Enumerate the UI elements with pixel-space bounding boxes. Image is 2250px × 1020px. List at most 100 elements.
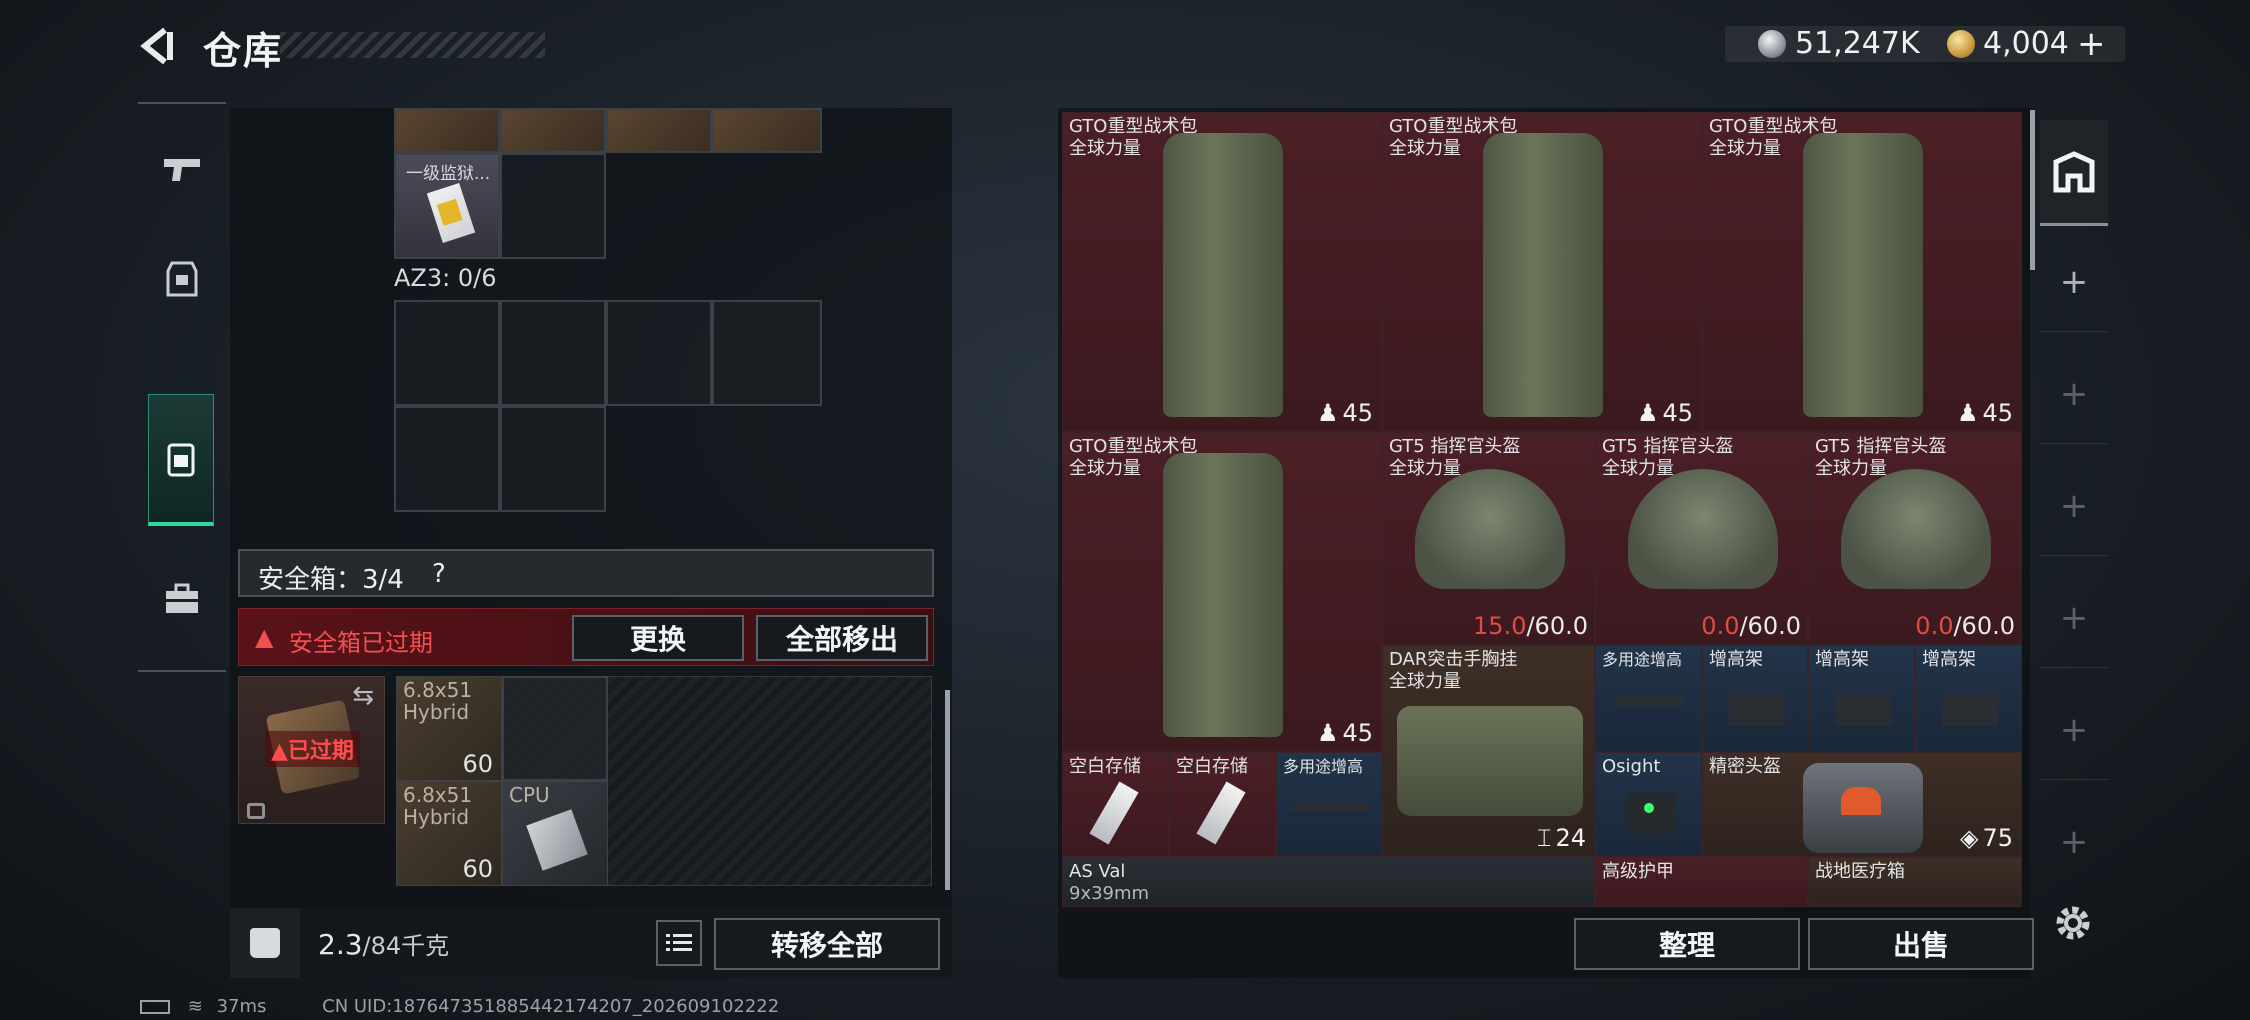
ping-text: 37ms	[216, 996, 267, 1017]
grid-cell-item[interactable]	[606, 108, 712, 153]
add-stash-tab[interactable]: +	[2040, 456, 2108, 556]
empty-cell[interactable]	[606, 300, 712, 406]
helmet-icon	[1628, 469, 1778, 589]
empty-cell[interactable]	[500, 300, 606, 406]
wifi-icon: ≋	[187, 996, 203, 1017]
backpack-icon	[1483, 133, 1603, 417]
item-sub: 全球力量	[1389, 138, 1461, 159]
add-stash-tab[interactable]: +	[2040, 680, 2108, 780]
sell-button[interactable]: 出售	[1808, 918, 2034, 970]
riser-item[interactable]: 增高架	[1702, 645, 1808, 752]
empty-cell[interactable]	[712, 300, 822, 406]
status-bar: ≋ 37ms CN UID:18764735188544217420​7_202…	[140, 996, 779, 1017]
add-stash-tab[interactable]: +	[2040, 232, 2108, 332]
backpack-item[interactable]: GTO重型战术包 全球力量 ♟ 45	[1702, 112, 2022, 432]
transfer-all-button[interactable]: 转移全部	[714, 918, 940, 970]
left-nav	[138, 102, 226, 672]
add-stash-tab[interactable]: +	[2040, 792, 2108, 892]
swap-icon[interactable]: ⇆	[352, 681, 374, 711]
empty-cell[interactable]	[500, 406, 606, 512]
ammo-count: 60	[462, 750, 493, 778]
add-stash-tab[interactable]: +	[2040, 344, 2108, 444]
item-name: 多用途增高	[1283, 757, 1364, 776]
medkit-item[interactable]: 战地医疗箱	[1808, 857, 2022, 907]
help-icon[interactable]: ?	[432, 559, 446, 589]
backpack-icon	[1163, 133, 1283, 417]
cpu-item[interactable]: CPU	[502, 781, 608, 886]
item-name: 战地医疗箱	[1815, 861, 1905, 882]
storage-item[interactable]: 空白存储	[1169, 752, 1276, 857]
stash-icon	[2053, 150, 2095, 192]
precision-helmet-item[interactable]: 精密头盔 ◈ 75	[1702, 752, 2022, 857]
empty-cell[interactable]	[502, 676, 608, 781]
ammo-item[interactable]: 6.8x51 Hybrid 60	[396, 676, 502, 781]
remove-all-button[interactable]: 全部移出	[756, 615, 928, 661]
empty-cell[interactable]	[394, 406, 500, 512]
empty-cell[interactable]	[394, 300, 500, 406]
empty-cell[interactable]	[500, 153, 606, 259]
riser-item[interactable]: 多用途增高	[1276, 752, 1382, 857]
battery-icon	[140, 1000, 170, 1014]
left-scrollbar[interactable]	[945, 690, 950, 890]
helmet-item[interactable]: GT5 指挥官头盔 全球力量 0.0/60.0	[1808, 432, 2022, 645]
cpu-icon	[526, 809, 588, 871]
item-name: 空白存储	[1069, 756, 1141, 777]
list-view-button[interactable]	[656, 920, 702, 966]
back-arrow-icon[interactable]	[135, 22, 183, 70]
nav-backpack[interactable]	[148, 394, 214, 526]
nav-weapons[interactable]	[138, 124, 226, 214]
item-count: ♟ 45	[1316, 719, 1373, 747]
safe-box-label: 安全箱：3/4	[258, 565, 404, 595]
riser-icon	[1942, 694, 1998, 726]
riser-item[interactable]: 多用途增高	[1595, 645, 1702, 752]
ammo-count: 60	[462, 855, 493, 883]
chest-rig-icon	[1397, 706, 1583, 816]
keycard-icon	[426, 183, 476, 243]
list-icon	[666, 934, 692, 951]
safe-box-slot[interactable]: ⇆ ▲已过期	[238, 676, 385, 824]
ammo-label-1: 6.8x51	[403, 678, 473, 702]
backpack-item[interactable]: GTO重型战术包 全球力量 ♟ 45	[1062, 112, 1382, 432]
item-count: ⌶ 24	[1537, 824, 1586, 852]
nav-case[interactable]	[138, 554, 226, 644]
weapon-item[interactable]: AS Val 9x39mm	[1062, 857, 1595, 907]
add-gold-icon[interactable]: +	[2077, 26, 2106, 62]
gear-icon[interactable]	[2050, 900, 2096, 946]
stash-tab-main[interactable]	[2040, 120, 2108, 226]
grid-cell-item[interactable]	[500, 108, 606, 153]
item-name: DAR突击手胸挂	[1389, 649, 1518, 670]
riser-item[interactable]: 增高架	[1808, 645, 1915, 752]
nav-equipment[interactable]	[138, 234, 226, 324]
silver-amount: 51,247K	[1795, 26, 1920, 61]
helmet-icon	[1841, 469, 1991, 589]
add-stash-tab[interactable]: +	[2040, 568, 2108, 668]
ammo-item[interactable]: 6.8x51 Hybrid 60	[396, 781, 502, 886]
grid-cell-item[interactable]	[712, 108, 822, 153]
weight-text: 2.3/84千克	[318, 928, 450, 961]
right-scrollbar[interactable]	[2030, 110, 2035, 270]
riser-icon	[1835, 694, 1891, 726]
riser-item[interactable]: 增高架	[1915, 645, 2022, 752]
helmet-case-icon	[1803, 763, 1923, 853]
item-sub: 全球力量	[1602, 458, 1674, 479]
replace-button[interactable]: 更换	[572, 615, 744, 661]
sort-button[interactable]: 整理	[1574, 918, 1800, 970]
helmet-item[interactable]: GT5 指挥官头盔 全球力量 15.0/60.0	[1382, 432, 1595, 645]
chest-rig-item[interactable]: DAR突击手胸挂 全球力量 ⌶ 24	[1382, 645, 1595, 857]
item-sub: 全球力量	[1069, 458, 1141, 479]
backpack-icon	[167, 443, 195, 476]
helmet-item[interactable]: GT5 指挥官头盔 全球力量 0.0/60.0	[1595, 432, 1808, 645]
backpack-icon	[1163, 453, 1283, 737]
top-bar: 仓库 51,247K 4,004 +	[0, 0, 2250, 95]
backpack-item[interactable]: GTO重型战术包 全球力量 ♟ 45	[1062, 432, 1382, 752]
backpack-item[interactable]: GTO重型战术包 全球力量 ♟ 45	[1382, 112, 1702, 432]
title-stripe	[280, 32, 545, 58]
sight-icon	[1626, 793, 1676, 833]
keycard-item[interactable]: 一级监狱...	[394, 153, 500, 259]
grid-cell-item[interactable]	[394, 108, 500, 153]
storage-item[interactable]: 空白存储	[1062, 752, 1169, 857]
gold-coin-icon	[1947, 30, 1975, 58]
osight-item[interactable]: Osight	[1595, 752, 1702, 857]
armor-item[interactable]: 高级护甲	[1595, 857, 1808, 907]
lock-icon	[247, 803, 265, 819]
